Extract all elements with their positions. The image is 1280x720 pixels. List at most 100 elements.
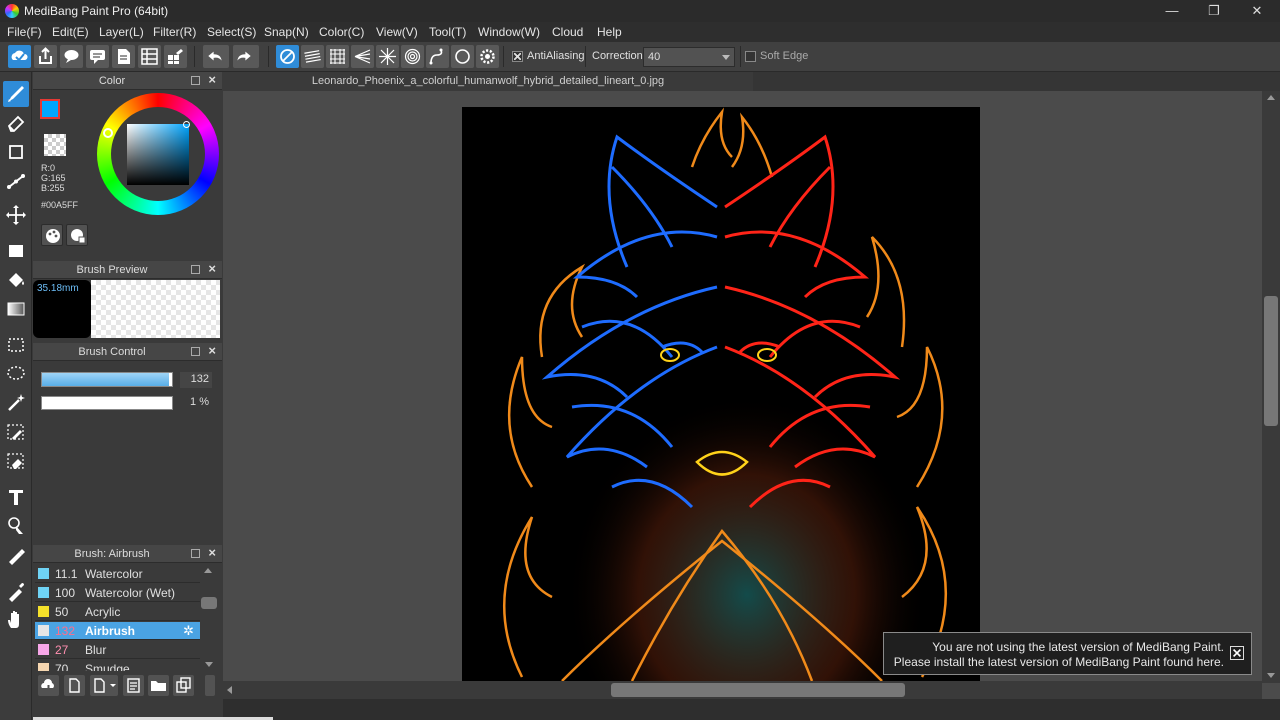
eraser-tool-icon[interactable]: [3, 110, 29, 136]
menu-snap[interactable]: Snap(N): [264, 25, 309, 39]
menu-edit[interactable]: Edit(E): [52, 25, 89, 39]
brush-item-watercolor[interactable]: 11.1 Watercolor: [35, 565, 200, 583]
dot-tool-icon[interactable]: [3, 139, 29, 165]
popout-icon[interactable]: [191, 76, 200, 85]
move-tool-icon[interactable]: [3, 202, 29, 228]
close-icon[interactable]: ×: [208, 261, 216, 276]
menu-color[interactable]: Color(C): [319, 25, 364, 39]
popout-icon[interactable]: [191, 265, 200, 274]
close-icon[interactable]: [1230, 646, 1244, 660]
menu-view[interactable]: View(V): [376, 25, 418, 39]
fill-rect-tool-icon[interactable]: [3, 238, 29, 264]
divide-tool-icon[interactable]: [3, 542, 29, 568]
foreground-color-swatch[interactable]: [40, 99, 60, 119]
layers-icon[interactable]: [138, 45, 161, 68]
text-tool-icon[interactable]: [3, 484, 29, 510]
menu-file[interactable]: File(F): [7, 25, 42, 39]
scroll-up-icon[interactable]: [204, 568, 212, 573]
artwork-canvas[interactable]: [462, 107, 980, 681]
redo-icon[interactable]: [233, 45, 259, 68]
snap-off-icon[interactable]: [276, 45, 299, 68]
curve-snap-icon[interactable]: [426, 45, 449, 68]
select-pen-tool-icon[interactable]: [3, 419, 29, 445]
menu-layer[interactable]: Layer(L): [99, 25, 144, 39]
close-icon[interactable]: ×: [208, 545, 216, 560]
horizontal-scroll-thumb[interactable]: [611, 683, 905, 697]
menu-tool[interactable]: Tool(T): [429, 25, 466, 39]
magic-wand-tool-icon[interactable]: [3, 390, 29, 416]
parallel-snap-icon[interactable]: [301, 45, 324, 68]
document-tab[interactable]: Leonardo_Phoenix_a_colorful_humanwolf_hy…: [223, 72, 753, 91]
menu-filter[interactable]: Filter(R): [153, 25, 196, 39]
brush-tool-icon[interactable]: [3, 81, 29, 107]
notification-line-2[interactable]: Please install the latest version of Med…: [884, 655, 1224, 669]
select-tool-icon[interactable]: [3, 332, 29, 358]
grid-snap-icon[interactable]: [326, 45, 349, 68]
vertical-scrollbar[interactable]: [1262, 91, 1280, 683]
transparent-color-swatch[interactable]: [44, 134, 66, 156]
brush-item-watercolor-wet[interactable]: 100 Watercolor (Wet): [35, 584, 200, 602]
menu-window[interactable]: Window(W): [478, 25, 540, 39]
brush-panel-scroll-icon[interactable]: [205, 675, 215, 696]
undo-icon[interactable]: [203, 45, 229, 68]
gear-icon[interactable]: ✲: [183, 623, 194, 639]
chat-icon[interactable]: [60, 45, 83, 68]
cloud-save-icon[interactable]: [8, 45, 31, 68]
soft-edge-checkbox[interactable]: [745, 51, 756, 62]
brush-item-airbrush[interactable]: 132 Airbrush ✲: [35, 622, 200, 640]
grid-material-icon[interactable]: [164, 45, 187, 68]
restore-button[interactable]: ❐: [1202, 2, 1226, 20]
new-brush-icon[interactable]: [64, 675, 85, 696]
comment-icon[interactable]: [86, 45, 109, 68]
close-icon[interactable]: ×: [208, 343, 216, 358]
radial-snap-icon[interactable]: [376, 45, 399, 68]
perspective-snap-icon[interactable]: [351, 45, 374, 68]
scroll-down-icon[interactable]: [205, 662, 213, 667]
vertical-scroll-thumb[interactable]: [1264, 296, 1278, 426]
scroll-down-icon[interactable]: [1267, 673, 1275, 678]
color-picker-handle[interactable]: [183, 121, 190, 128]
gradient-tool-icon[interactable]: [3, 296, 29, 322]
saturation-value-square[interactable]: [127, 124, 189, 185]
bucket-tool-icon[interactable]: [3, 267, 29, 293]
operation-tool-icon[interactable]: [3, 513, 29, 539]
brush-settings-icon[interactable]: [123, 675, 144, 696]
brush-item-smudge[interactable]: 70 Smudge: [35, 660, 200, 671]
antialiasing-checkbox[interactable]: [512, 51, 523, 62]
share-icon[interactable]: [34, 45, 57, 68]
brush-opacity-slider[interactable]: [41, 396, 173, 410]
menu-select[interactable]: Select(S): [207, 25, 256, 39]
select-eraser-tool-icon[interactable]: [3, 448, 29, 474]
hue-ring[interactable]: [97, 93, 219, 215]
hue-handle[interactable]: [103, 128, 113, 138]
palette-icon[interactable]: [41, 224, 63, 246]
hand-tool-icon[interactable]: [3, 607, 29, 633]
correction-select[interactable]: 40: [643, 47, 735, 67]
update-notification[interactable]: You are not using the latest version of …: [883, 632, 1252, 675]
lasso-tool-icon[interactable]: [3, 361, 29, 387]
duplicate-brush-icon[interactable]: [173, 675, 194, 696]
add-brush-dropdown-icon[interactable]: [90, 675, 118, 696]
menu-cloud[interactable]: Cloud: [552, 25, 583, 39]
folder-icon[interactable]: [148, 675, 169, 696]
brush-list-scrollbar[interactable]: [201, 565, 217, 671]
brush-size-value-box[interactable]: 132: [180, 372, 212, 388]
horizontal-scrollbar[interactable]: [223, 681, 1262, 699]
brush-item-blur[interactable]: 27 Blur: [35, 641, 200, 659]
cloud-brush-icon[interactable]: [38, 675, 59, 696]
popout-icon[interactable]: [191, 347, 200, 356]
scroll-up-icon[interactable]: [1267, 95, 1275, 100]
brush-item-acrylic[interactable]: 50 Acrylic: [35, 603, 200, 621]
scroll-left-icon[interactable]: [227, 686, 232, 694]
eyedropper-tool-icon[interactable]: [3, 578, 29, 604]
scroll-thumb[interactable]: [201, 597, 217, 609]
close-icon[interactable]: ×: [208, 72, 216, 87]
snap-settings-icon[interactable]: [476, 45, 499, 68]
menu-help[interactable]: Help: [597, 25, 622, 39]
brush-size-slider[interactable]: [41, 372, 173, 387]
page-icon[interactable]: [112, 45, 135, 68]
minimize-button[interactable]: —: [1160, 2, 1184, 20]
line-tool-icon[interactable]: [3, 168, 29, 194]
color-history-icon[interactable]: [66, 224, 88, 246]
close-button[interactable]: ✕: [1245, 2, 1269, 20]
